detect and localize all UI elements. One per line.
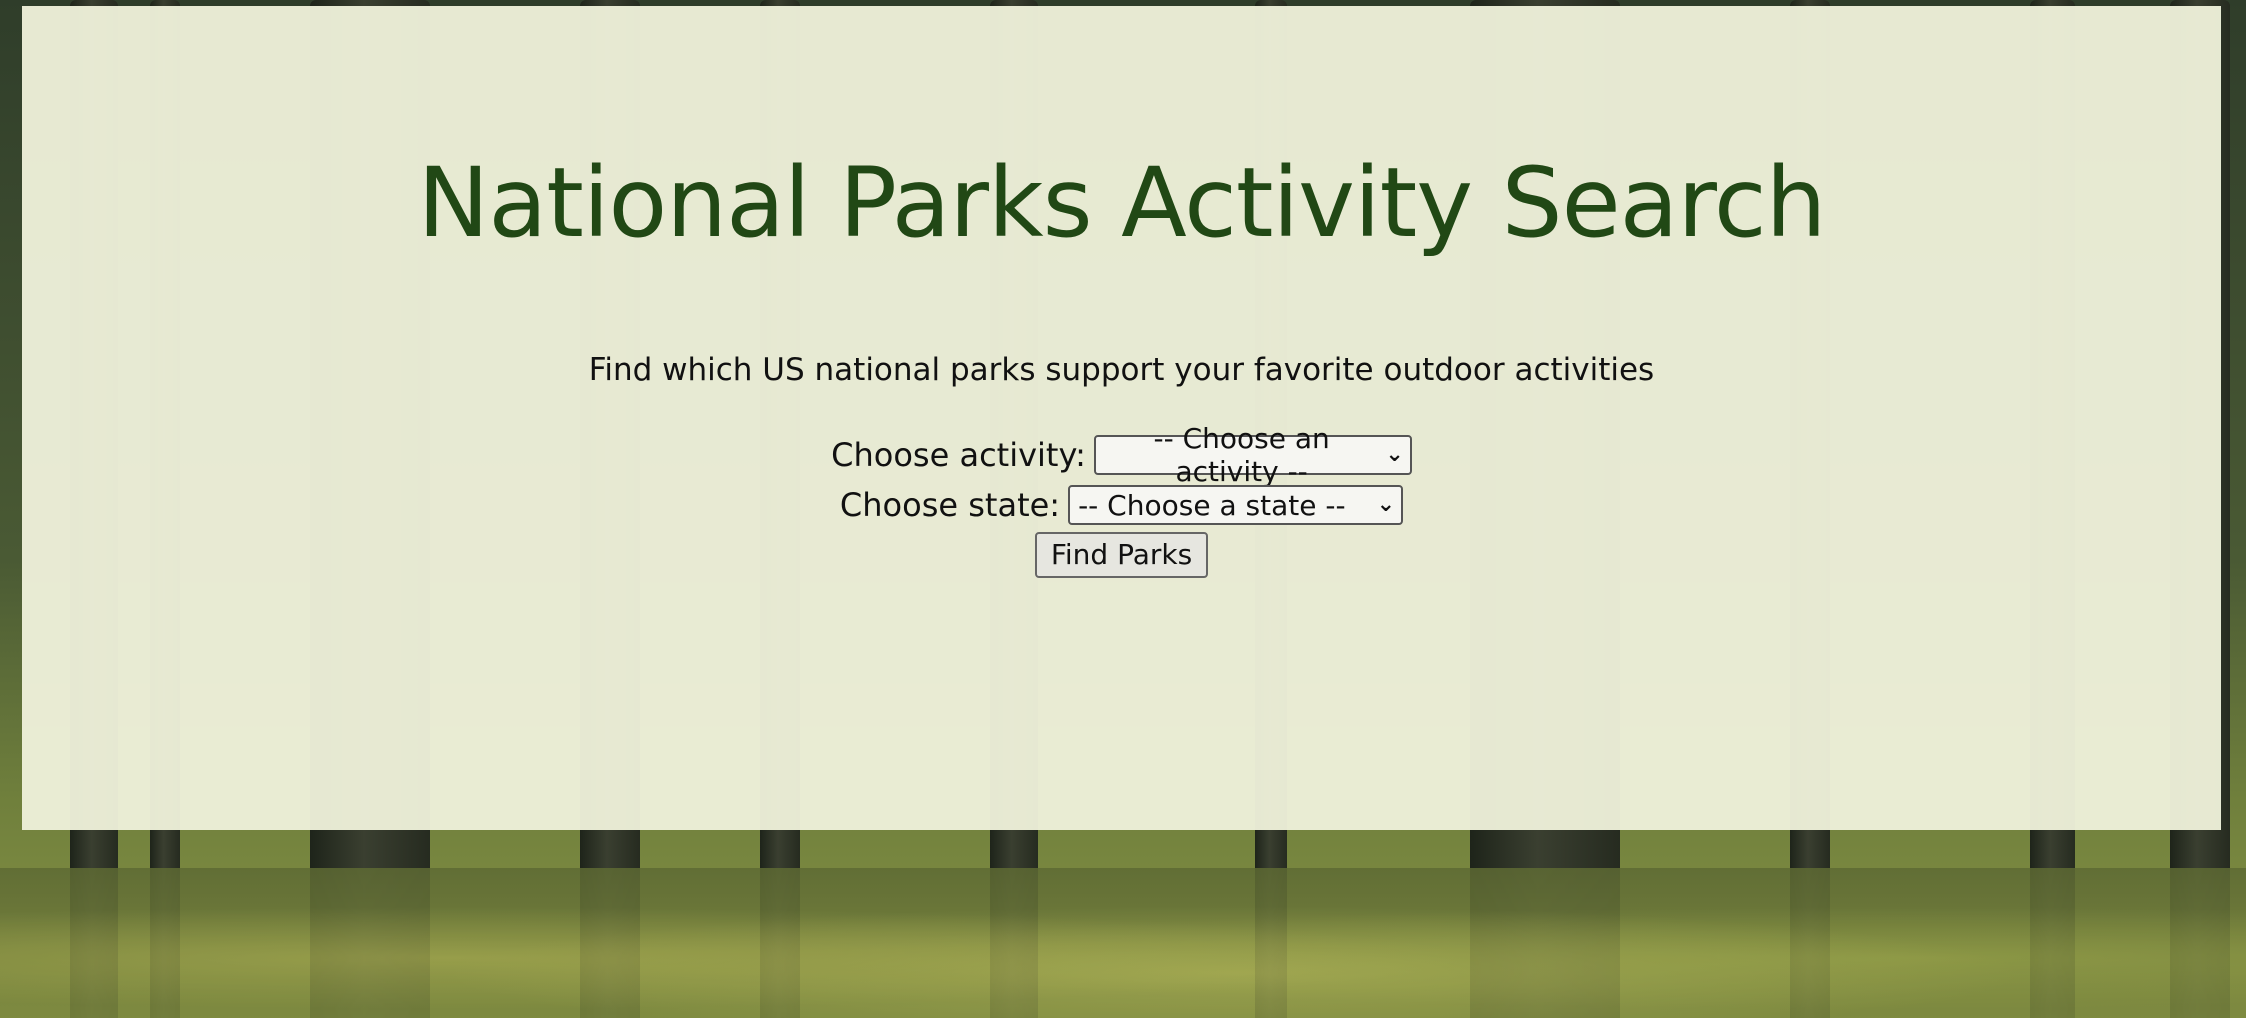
page-title: National Parks Activity Search — [417, 147, 1827, 259]
search-panel: National Parks Activity Search Find whic… — [22, 6, 2221, 830]
activity-select-value: -- Choose an activity -- — [1153, 422, 1330, 488]
state-row: Choose state: -- Choose a state -- ⌄ — [22, 481, 2221, 529]
activity-select[interactable]: -- Choose an activity -- ⌄ — [1093, 422, 1412, 488]
find-parks-button[interactable]: Find Parks — [1034, 532, 1209, 578]
chevron-down-icon: ⌄ — [1385, 442, 1404, 467]
activity-row: Choose activity: -- Choose an activity -… — [22, 422, 2221, 488]
state-select-value: -- Choose a state -- — [1078, 488, 1346, 522]
page-subtitle: Find which US national parks support you… — [588, 352, 1655, 388]
chevron-down-icon: ⌄ — [1376, 492, 1396, 517]
activity-label: Choose activity: — [831, 436, 1086, 474]
submit-row: Find Parks — [22, 531, 2221, 579]
state-select[interactable]: -- Choose a state -- ⌄ — [1068, 485, 1404, 525]
state-label: Choose state: — [839, 486, 1061, 524]
search-form: Choose activity: -- Choose an activity -… — [22, 422, 2221, 581]
forest-floor — [0, 868, 2246, 1018]
